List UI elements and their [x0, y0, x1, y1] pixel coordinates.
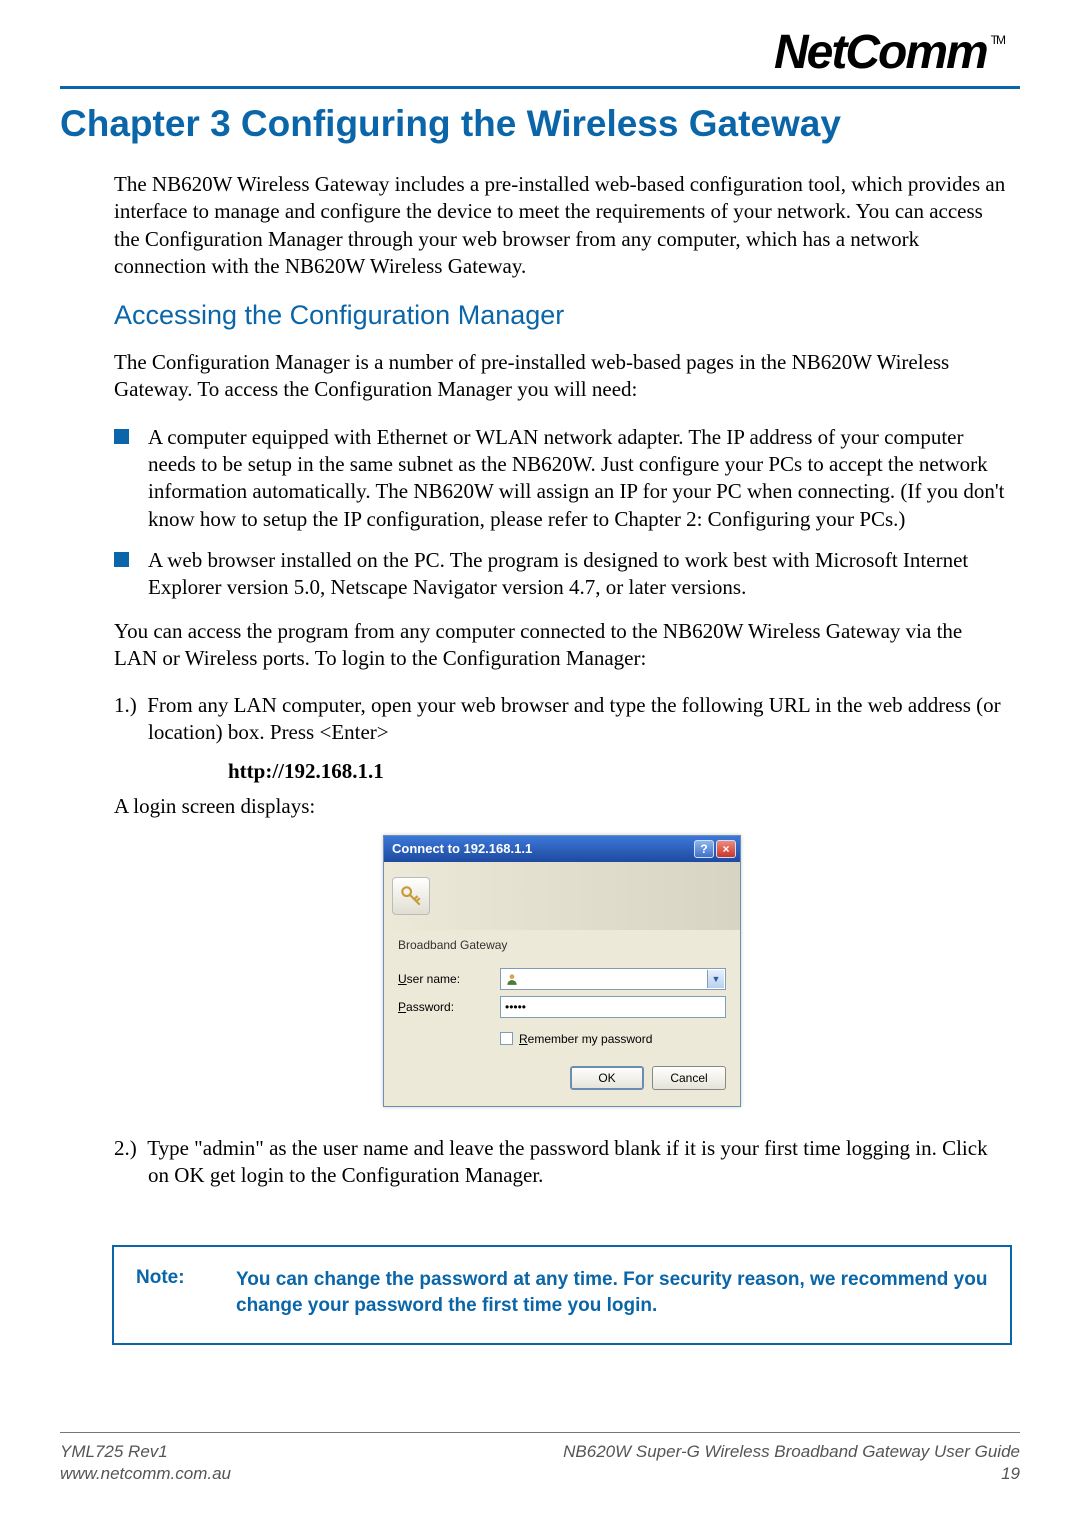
doc-title: NB620W Super-G Wireless Broadband Gatewa…	[231, 1441, 1020, 1463]
footer-rule	[60, 1432, 1020, 1433]
password-label: Password:	[398, 1000, 500, 1014]
remember-label: Remember my password	[519, 1032, 652, 1046]
note-text: You can change the password at any time.…	[236, 1267, 988, 1318]
note-box: Note: You can change the password at any…	[112, 1245, 1012, 1344]
intro-paragraph: The NB620W Wireless Gateway includes a p…	[114, 171, 1010, 280]
ok-button[interactable]: OK	[570, 1066, 644, 1090]
step-one: 1.) From any LAN computer, open your web…	[114, 692, 1010, 747]
requirements-list: A computer equipped with Ethernet or WLA…	[114, 424, 1010, 602]
username-field[interactable]: ▼	[500, 968, 726, 990]
config-url: http://192.168.1.1	[228, 759, 1010, 784]
login-dialog-figure: Connect to 192.168.1.1 ? × Broadband Gat…	[114, 835, 1010, 1107]
step-two: 2.) Type "admin" as the user name and le…	[114, 1135, 1010, 1190]
username-label: User name:	[398, 972, 500, 986]
key-icon	[392, 877, 430, 915]
list-item: A computer equipped with Ethernet or WLA…	[114, 424, 1010, 533]
remember-row: Remember my password	[384, 1028, 740, 1052]
realm-label: Broadband Gateway	[384, 930, 740, 956]
footer-left: YML725 Rev1 www.netcomm.com.au	[60, 1441, 231, 1485]
brand-name: NetComm	[774, 26, 987, 79]
section-intro: The Configuration Manager is a number of…	[114, 349, 1010, 404]
page-number: 19	[231, 1463, 1020, 1485]
password-field[interactable]: •••••	[500, 996, 726, 1018]
page-content: The NB620W Wireless Gateway includes a p…	[60, 171, 1020, 1345]
note-label: Note:	[136, 1267, 236, 1318]
login-form: User name: ▼ Password:	[384, 956, 740, 1028]
trademark: TM	[991, 33, 1004, 47]
document-page: NetComm TM Chapter 3 Configuring the Wire…	[0, 0, 1080, 1529]
chevron-down-icon[interactable]: ▼	[707, 970, 724, 988]
section-title: Accessing the Configuration Manager	[114, 300, 1010, 331]
page-footer: YML725 Rev1 www.netcomm.com.au NB620W Su…	[60, 1432, 1020, 1485]
dialog-banner	[384, 862, 740, 930]
brand-logo: NetCommTM	[774, 25, 1000, 80]
cancel-button[interactable]: Cancel	[652, 1066, 726, 1090]
steps-list-cont: 2.) Type "admin" as the user name and le…	[114, 1135, 1010, 1190]
footer-right: NB620W Super-G Wireless Broadband Gatewa…	[231, 1441, 1020, 1485]
header-rule	[60, 86, 1020, 89]
user-icon	[505, 972, 519, 986]
doc-revision: YML725 Rev1	[60, 1441, 231, 1463]
steps-list: 1.) From any LAN computer, open your web…	[114, 692, 1010, 747]
help-button[interactable]: ?	[694, 840, 714, 858]
access-paragraph: You can access the program from any comp…	[114, 618, 1010, 673]
website: www.netcomm.com.au	[60, 1463, 231, 1485]
login-caption: A login screen displays:	[114, 794, 1010, 819]
dialog-title: Connect to 192.168.1.1	[392, 841, 532, 856]
dialog-titlebar: Connect to 192.168.1.1 ? ×	[384, 836, 740, 862]
close-button[interactable]: ×	[716, 840, 736, 858]
remember-checkbox[interactable]	[500, 1032, 513, 1045]
login-dialog: Connect to 192.168.1.1 ? × Broadband Gat…	[383, 835, 741, 1107]
dialog-buttons: OK Cancel	[384, 1052, 740, 1106]
chapter-title: Chapter 3 Configuring the Wireless Gatew…	[60, 103, 1020, 145]
page-header: NetComm TM	[60, 25, 1020, 80]
list-item: A web browser installed on the PC. The p…	[114, 547, 1010, 602]
